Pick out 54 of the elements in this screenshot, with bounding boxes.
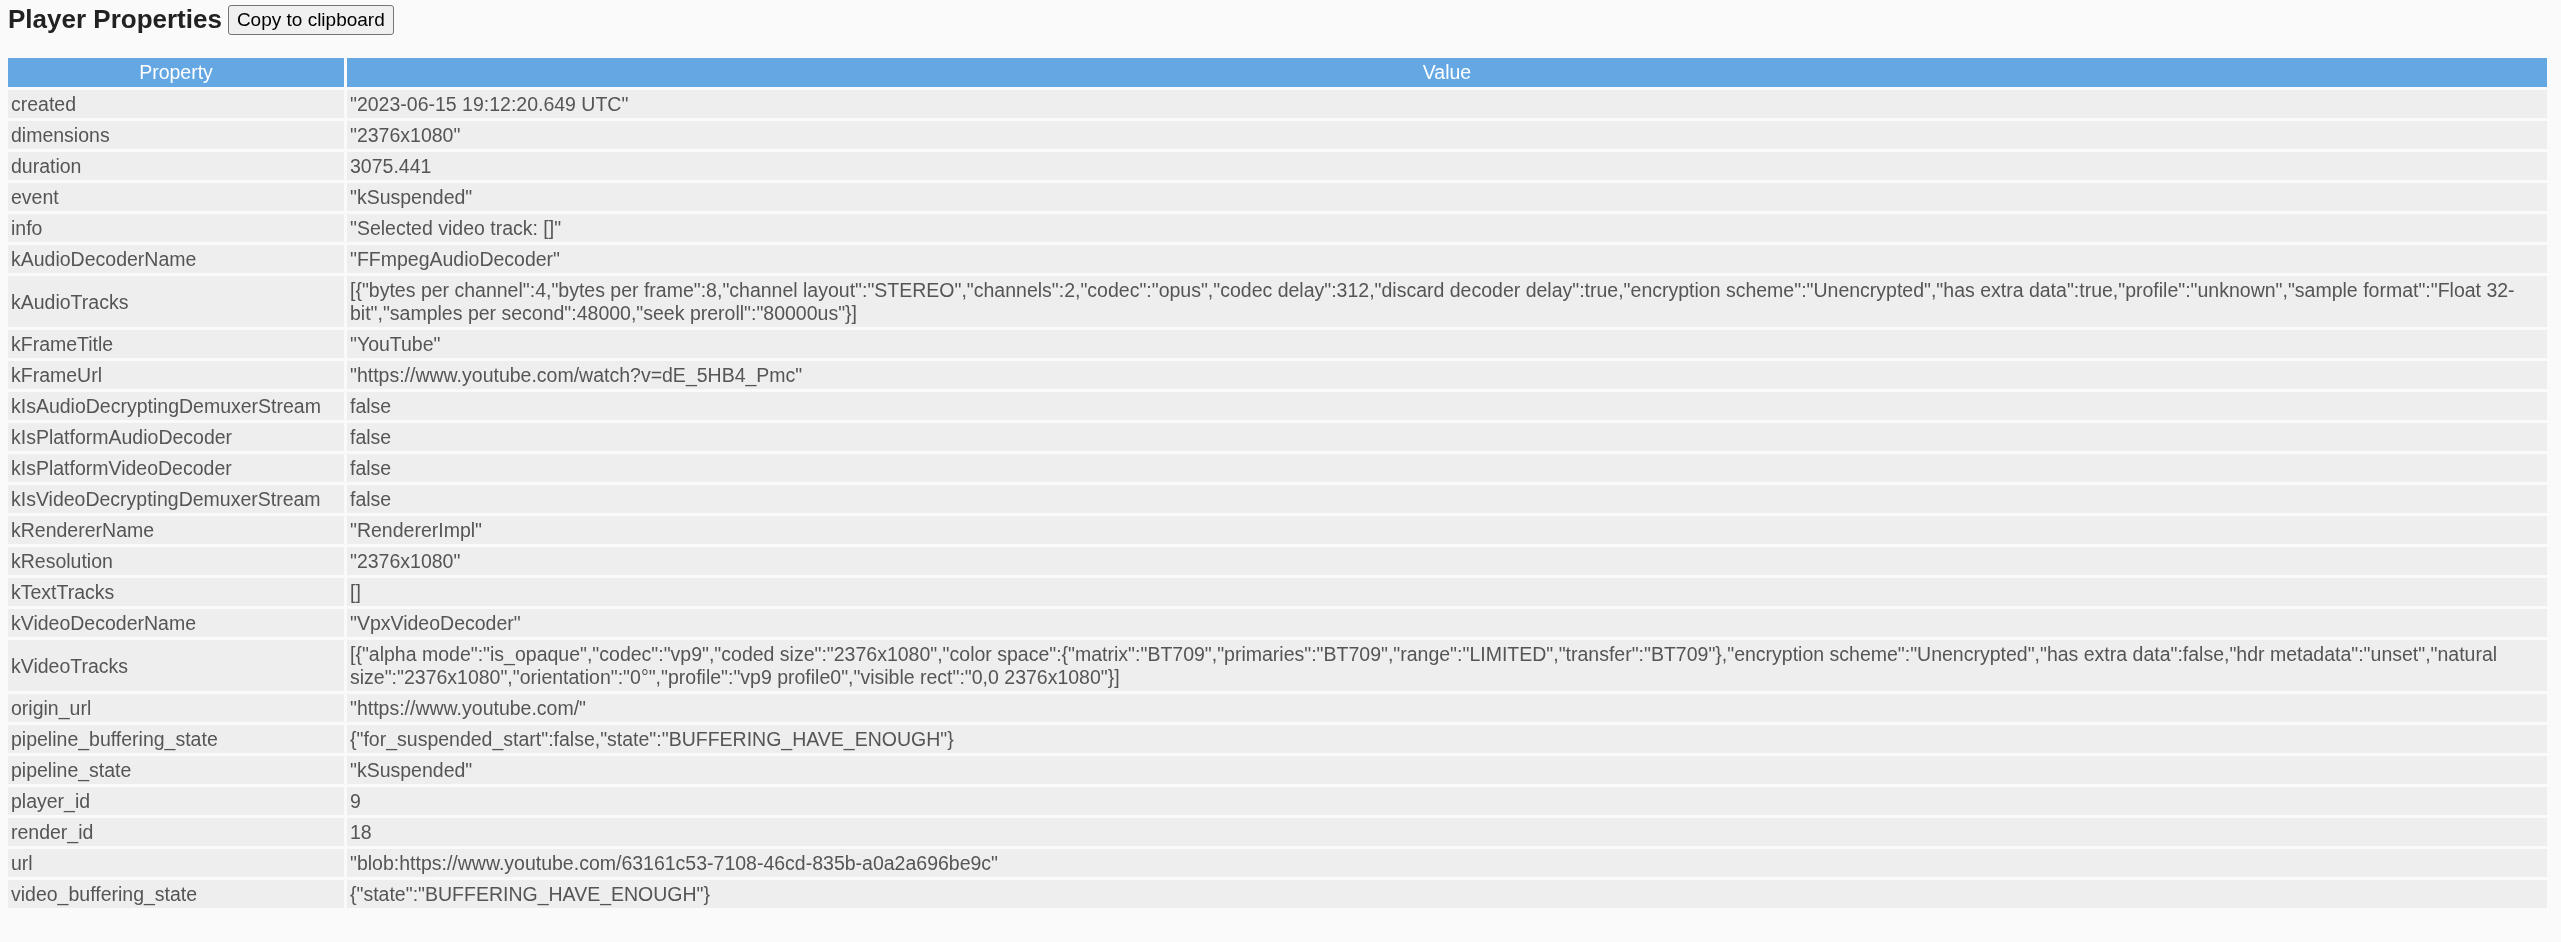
value-cell: "blob:https://www.youtube.com/63161c53-7108-46cd-835b-a0a2a696be9c"	[347, 849, 2547, 877]
value-cell: [{"alpha mode":"is_opaque","codec":"vp9","coded size":"2376x1080","color space":{"matrix":"BT709","primaries":"BT709","range":"LIMITED","transfer":"BT709"},"encryption scheme":"Unencrypted","has extra data":false,"hdr metadata":"unset","natural size":"2376x1080","orientation":"0°","profile":"vp9 profile0","visible rect":"0,0 2376x1080"}]	[347, 640, 2547, 691]
property-cell: kIsPlatformVideoDecoder	[8, 454, 344, 482]
value-cell: "FFmpegAudioDecoder"	[347, 245, 2547, 273]
value-cell: "2376x1080"	[347, 547, 2547, 575]
property-cell: created	[8, 90, 344, 118]
value-cell: {"for_suspended_start":false,"state":"BUFFERING_HAVE_ENOUGH"}	[347, 725, 2547, 753]
property-cell: video_buffering_state	[8, 880, 344, 908]
value-cell: [{"bytes per channel":4,"bytes per frame":8,"channel layout":"STEREO","channels":2,"codec":"opus","codec delay":312,"discard decoder delay":true,"encryption scheme":"Unencrypted","has extra data":true,"profile":"unknown","sample format":"Float 32-bit","samples per second":48000,"seek preroll":"80000us"}]	[347, 276, 2547, 327]
property-cell: info	[8, 214, 344, 242]
copy-to-clipboard-button[interactable]: Copy to clipboard	[227, 4, 394, 35]
value-cell: "https://www.youtube.com/"	[347, 694, 2547, 722]
value-cell: false	[347, 454, 2547, 482]
value-cell: "2376x1080"	[347, 121, 2547, 149]
value-cell: []	[347, 578, 2547, 606]
property-cell: url	[8, 849, 344, 877]
property-cell: pipeline_buffering_state	[8, 725, 344, 753]
property-cell: kFrameTitle	[8, 330, 344, 358]
value-cell: 9	[347, 787, 2547, 815]
property-cell: origin_url	[8, 694, 344, 722]
page-title: Player Properties	[8, 4, 222, 35]
value-cell: false	[347, 392, 2547, 420]
column-header: Property	[8, 58, 344, 87]
property-cell: pipeline_state	[8, 756, 344, 784]
value-cell: false	[347, 485, 2547, 513]
value-cell: "Selected video track: []"	[347, 214, 2547, 242]
property-cell: kIsAudioDecryptingDemuxerStream	[8, 392, 344, 420]
value-cell: {"state":"BUFFERING_HAVE_ENOUGH"}	[347, 880, 2547, 908]
value-cell: 3075.441	[347, 152, 2547, 180]
property-cell: kVideoTracks	[8, 640, 344, 691]
value-cell: false	[347, 423, 2547, 451]
property-cell: event	[8, 183, 344, 211]
value-cell: 18	[347, 818, 2547, 846]
property-cell: kAudioDecoderName	[8, 245, 344, 273]
property-cell: kFrameUrl	[8, 361, 344, 389]
value-cell: "RendererImpl"	[347, 516, 2547, 544]
value-cell: "kSuspended"	[347, 756, 2547, 784]
value-cell: "kSuspended"	[347, 183, 2547, 211]
value-cell: "VpxVideoDecoder"	[347, 609, 2547, 637]
property-cell: render_id	[8, 818, 344, 846]
value-cell: "YouTube"	[347, 330, 2547, 358]
property-cell: kAudioTracks	[8, 276, 344, 327]
property-cell: kTextTracks	[8, 578, 344, 606]
property-cell: kRendererName	[8, 516, 344, 544]
property-cell: duration	[8, 152, 344, 180]
property-cell: dimensions	[8, 121, 344, 149]
property-cell: kIsPlatformAudioDecoder	[8, 423, 344, 451]
value-cell: "2023-06-15 19:12:20.649 UTC"	[347, 90, 2547, 118]
property-cell: player_id	[8, 787, 344, 815]
property-cell: kVideoDecoderName	[8, 609, 344, 637]
property-cell: kIsVideoDecryptingDemuxerStream	[8, 485, 344, 513]
property-cell: kResolution	[8, 547, 344, 575]
column-header: Value	[347, 58, 2547, 87]
value-cell: "https://www.youtube.com/watch?v=dE_5HB4_Pmc"	[347, 361, 2547, 389]
